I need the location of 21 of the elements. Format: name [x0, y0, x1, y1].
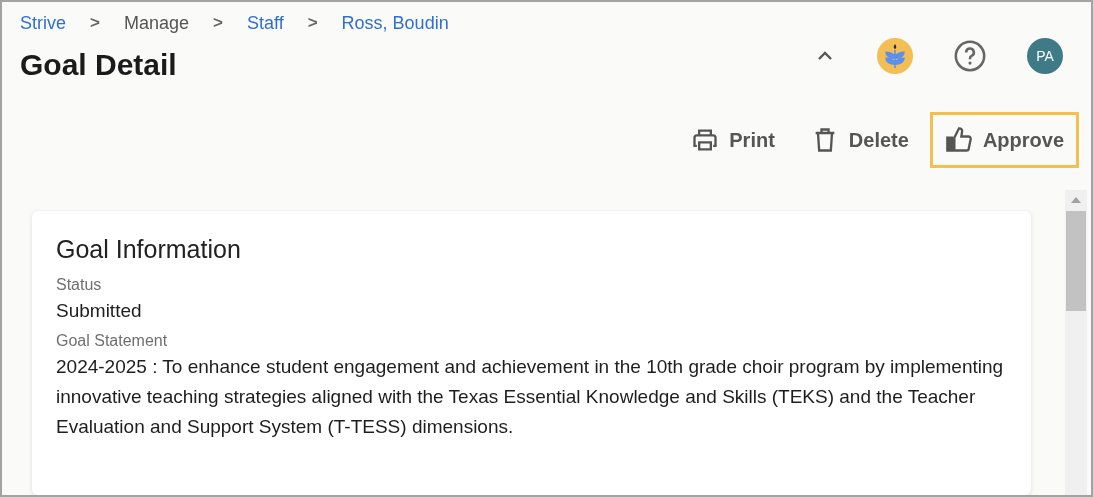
breadcrumb-separator: >	[90, 13, 100, 33]
scrollbar[interactable]	[1065, 190, 1087, 495]
delete-button[interactable]: Delete	[795, 112, 924, 168]
print-button[interactable]: Print	[676, 112, 790, 168]
breadcrumb-item: Manage	[123, 12, 189, 34]
help-icon[interactable]	[953, 39, 987, 73]
breadcrumb-separator: >	[307, 13, 318, 33]
field-label: Status	[56, 276, 103, 294]
breadcrumb-link[interactable]: Strive	[20, 12, 66, 34]
breadcrumb-link[interactable]: Ross, Boudin	[341, 12, 449, 34]
breadcrumb-link[interactable]: Staff	[246, 12, 284, 34]
thumbs-up-icon[interactable]	[944, 126, 973, 154]
field-label: Goal Statement	[56, 332, 169, 350]
approve-button[interactable]: Approve	[929, 112, 1079, 168]
card-title: Goal Information	[56, 235, 242, 264]
field-value: Submitted	[56, 299, 143, 323]
page-title: Goal Detail	[20, 48, 178, 82]
breadcrumb-separator: >	[213, 13, 223, 33]
wheat-logo-icon[interactable]	[877, 38, 913, 74]
user-avatar[interactable]: PA	[1027, 38, 1063, 74]
field-value: 2024-2025 : To enhance student engagement and achievement in the 10th grade choir program by implementing innovative teaching strategies aligned with the Texas Essential Knowledge and Skills (TEKS) and the Teacher Evaluation and Support System (T-TESS) dimensions.	[56, 355, 1005, 439]
